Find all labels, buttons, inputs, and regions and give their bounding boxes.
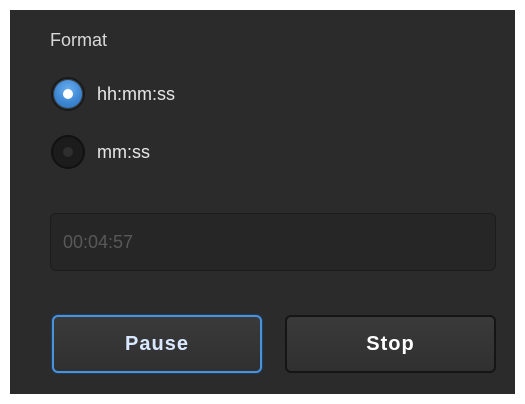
radio-dot — [63, 147, 73, 157]
time-display-field[interactable]: 00:04:57 — [50, 213, 496, 271]
stop-button[interactable]: Stop — [285, 315, 496, 373]
timer-format-panel: Format hh:mm:ss mm:ss 00:04:57 Pause Sto… — [10, 10, 515, 394]
format-option-label: mm:ss — [97, 141, 150, 162]
pause-button[interactable]: Pause — [52, 315, 262, 373]
format-option-label: hh:mm:ss — [97, 83, 176, 104]
format-option-mmss[interactable]: mm:ss — [51, 135, 150, 169]
radio-selected-icon[interactable] — [51, 77, 85, 111]
format-option-hhmmss[interactable]: hh:mm:ss — [51, 77, 175, 111]
radio-unselected-icon[interactable] — [51, 135, 85, 169]
format-label: Format — [50, 30, 108, 50]
radio-dot — [63, 89, 73, 99]
